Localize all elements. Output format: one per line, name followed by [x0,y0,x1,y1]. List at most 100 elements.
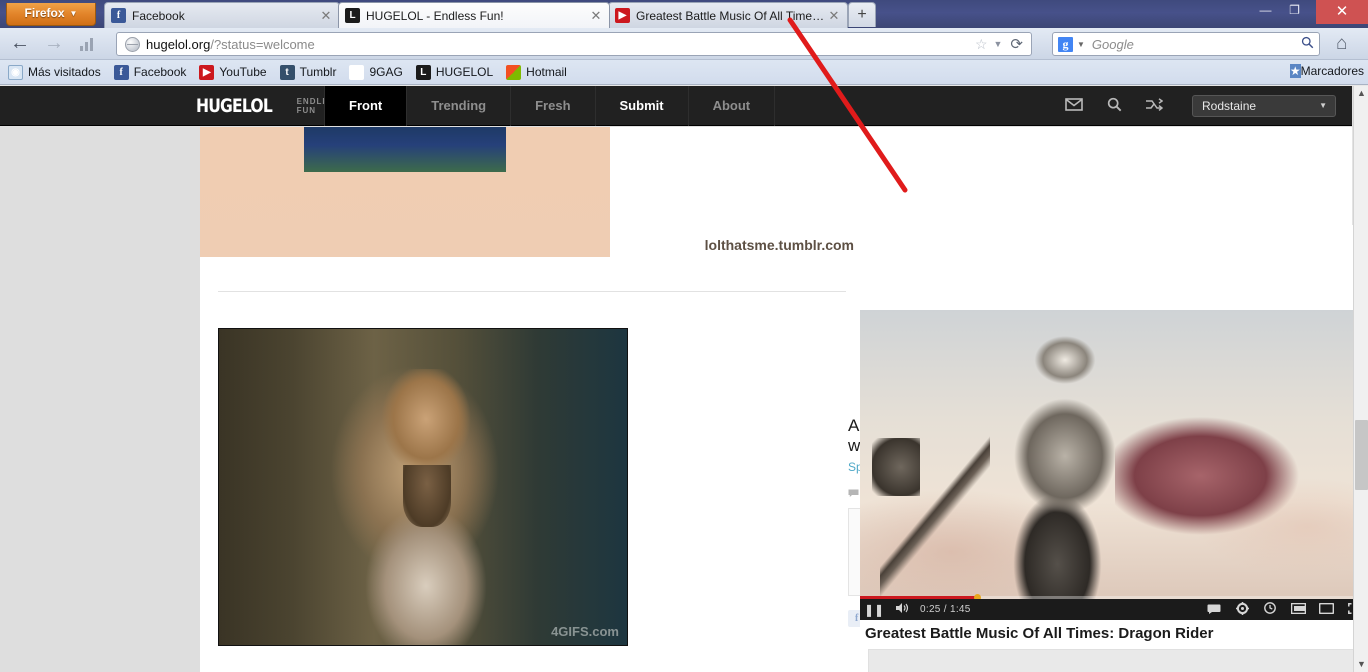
video-controls: ❚❚ 0:25 / 1:45 [860,599,1368,620]
youtube-window: ❚❚ 0:25 / 1:45 Greatest Battle Music Of … [860,225,1368,672]
facebook-icon: f [111,8,126,23]
browser-toolbar: ← → hugelol.org /?status=welcome ☆ ▼ ⟳ g… [0,28,1368,60]
video-time-separator: / [943,604,947,615]
google-icon: g [1058,36,1073,52]
search-bar[interactable]: g ▼ Google [1052,32,1320,56]
header-icons [1054,86,1174,126]
search-input[interactable]: Google [1092,37,1301,52]
bookmark-label: YouTube [219,65,267,79]
post-photo [219,329,627,645]
tab-title: HUGELOL - Endless Fun! [366,8,504,23]
captions-icon[interactable] [1200,603,1228,617]
post-photo [304,127,506,172]
new-tab-button[interactable]: + [848,2,876,27]
site-header: HUGELOL ENDLESS FUN Front Trending Fresh… [0,86,1352,126]
volume-icon[interactable] [888,602,916,617]
scroll-down-arrow-icon[interactable]: ▼ [1354,657,1368,672]
image-watermark: 4GIFS.com [551,624,619,639]
back-button[interactable]: ← [10,33,30,55]
bookmark-hotmail[interactable]: Hotmail [506,64,567,80]
tab-youtube[interactable]: ▶ Greatest Battle Music Of All Times: Dr… [608,2,848,28]
youtube-below-player-area [868,649,1360,672]
left-gutter [0,127,200,672]
hugelol-logo[interactable]: HUGELOL ENDLESS FUN [196,95,341,117]
watch-later-icon[interactable] [1256,602,1284,617]
bookmark-label: Más visitados [28,65,101,79]
post-photo-detail [403,465,451,527]
tab-facebook[interactable]: f Facebook ✕ [104,2,340,28]
video-frame-weapon-head [872,438,920,496]
url-path: /?status=welcome [210,36,315,52]
close-icon[interactable]: ✕ [589,9,603,22]
close-window-button[interactable]: ✕ [1316,0,1368,24]
stats-icon[interactable] [80,37,98,51]
chevron-down-icon[interactable]: ▼ [994,39,1003,49]
home-button[interactable]: ⌂ [1336,34,1347,53]
shuffle-icon[interactable] [1134,97,1174,115]
scroll-up-arrow-icon[interactable]: ▲ [1354,86,1368,101]
bookmark-facebook[interactable]: f Facebook [113,64,187,80]
post-photo-subject [351,369,501,645]
bookmark-9gag[interactable]: 9 9GAG [349,64,403,80]
post-image[interactable]: 4GIFS.com [218,328,628,646]
window-titlebar: Firefox ▼ f Facebook ✕ L HUGELOL - Endles… [0,0,1368,28]
user-menu[interactable]: Rodstaine ▼ [1192,95,1336,117]
youtube-icon: ▶ [615,8,630,23]
close-icon[interactable]: ✕ [827,9,841,22]
post-item: lolthatsme.tumblr.com [200,127,860,257]
video-time-display: 0:25 / 1:45 [920,604,971,615]
page-scrollbar[interactable]: ▲ ▼ [1353,86,1368,672]
page-viewport: HUGELOL ENDLESS FUN Front Trending Fresh… [0,86,1368,672]
bookmark-star-icon[interactable]: ☆ [975,36,988,53]
site-identity-icon [125,36,140,52]
bookmark-label: Facebook [133,65,187,79]
restore-button[interactable]: ❐ [1280,0,1309,21]
bookmark-tumblr[interactable]: t Tumblr [279,64,336,80]
bookmarks-menu-button[interactable]: ★ Marcadores [1289,64,1364,78]
address-bar[interactable]: hugelol.org /?status=welcome ☆ ▼ ⟳ [116,32,1032,56]
post-image[interactable]: lolthatsme.tumblr.com [200,127,854,257]
firefox-app-button[interactable]: Firefox ▼ [6,3,96,26]
firefox-app-button-label: Firefox [24,6,65,20]
bookmark-mas-visitados[interactable]: ◉ Más visitados [8,64,101,80]
minimize-button[interactable]: — [1251,0,1280,21]
theater-mode-icon[interactable] [1284,602,1312,617]
scrollbar-thumb[interactable] [1355,420,1368,490]
logo-tagline-line2: FUN [296,106,317,115]
youtube-video-player[interactable]: ❚❚ 0:25 / 1:45 [860,310,1368,620]
search-icon[interactable] [1301,36,1314,52]
bookmark-hugelol[interactable]: L HUGELOL [415,64,494,80]
bookmark-youtube[interactable]: ▶ YouTube [199,64,267,80]
search-icon[interactable] [1094,97,1134,116]
tab-title: Facebook [132,8,185,23]
close-icon[interactable]: ✕ [319,9,333,22]
tumblr-icon: t [279,64,295,80]
post-divider [218,291,846,292]
tab-title: Greatest Battle Music Of All Times: Dr..… [636,8,827,23]
nav-item-about[interactable]: About [689,86,776,126]
size-toggle-icon[interactable] [1312,602,1340,617]
messages-icon[interactable] [1054,97,1094,115]
star-icon: ★ [1289,64,1301,78]
video-frame-subject [970,318,1160,618]
image-watermark: lolthatsme.tumblr.com [704,237,854,253]
reload-icon[interactable]: ⟳ [1010,35,1023,53]
bookmark-label: Hotmail [526,65,567,79]
ninegag-icon: 9 [349,64,365,80]
chevron-down-icon[interactable]: ▼ [1077,40,1085,49]
tab-hugelol[interactable]: L HUGELOL - Endless Fun! ✕ [338,2,610,28]
bookmarks-menu-label: Marcadores [1300,64,1364,78]
bookmark-label: HUGELOL [435,65,494,79]
url-host: hugelol.org [146,36,211,52]
pause-button[interactable]: ❚❚ [860,603,888,617]
nav-item-front[interactable]: Front [324,86,408,126]
nav-item-trending[interactable]: Trending [407,86,512,126]
nav-item-fresh[interactable]: Fresh [511,86,596,126]
settings-gear-icon[interactable] [1228,601,1256,618]
hotmail-icon [506,64,522,80]
youtube-video-title[interactable]: Greatest Battle Music Of All Times: Drag… [865,625,1360,642]
forward-button[interactable]: → [44,33,64,55]
facebook-icon: f [113,64,129,80]
hugelol-icon: L [345,8,360,23]
nav-item-submit[interactable]: Submit [596,86,689,126]
